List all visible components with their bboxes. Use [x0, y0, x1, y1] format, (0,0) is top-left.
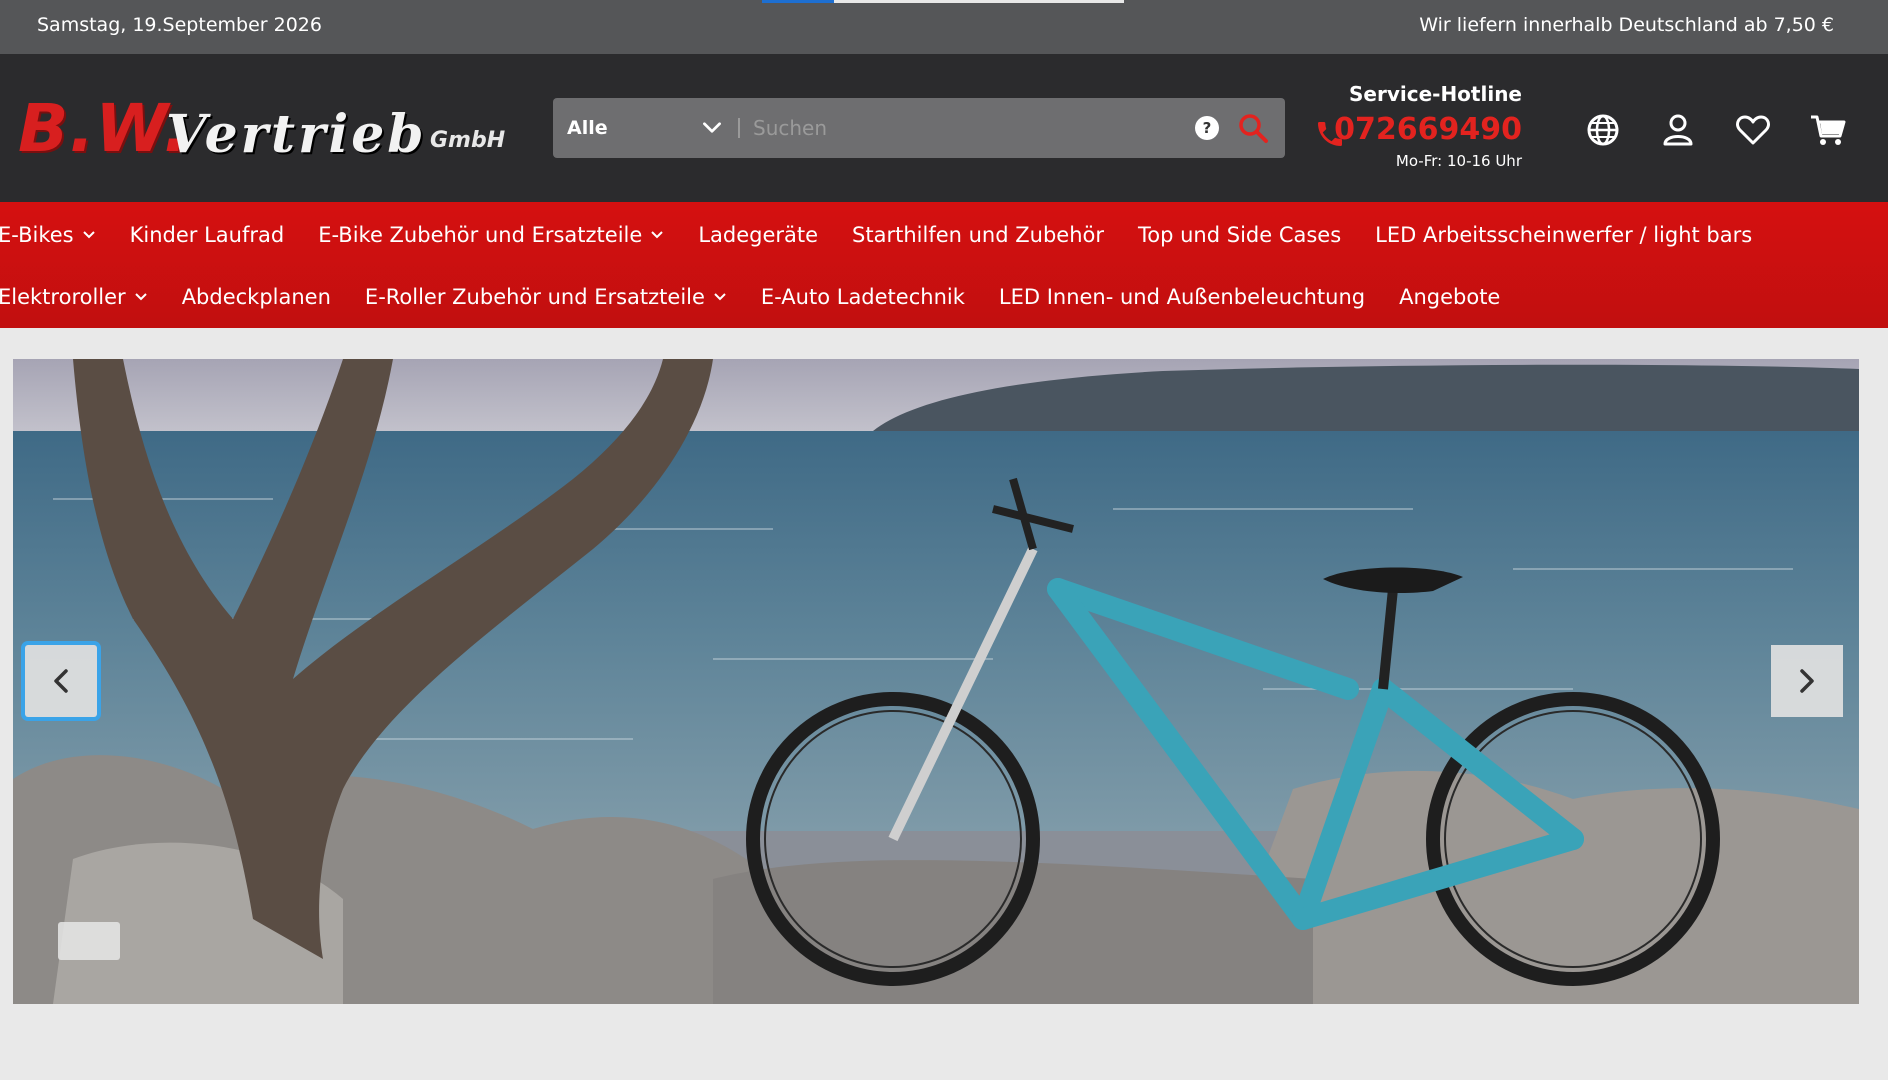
nav-item-label: Ladegeräte	[698, 223, 819, 247]
slider-dot-active[interactable]	[58, 922, 120, 960]
slider-prev-button[interactable]	[25, 645, 97, 717]
nav-item-label: LED Innen- und Außenbeleuchtung	[998, 285, 1366, 309]
nav-item-label: E-Auto Ladetechnik	[760, 285, 965, 309]
chevron-right-icon	[1800, 669, 1814, 693]
chevron-left-icon	[54, 669, 68, 693]
page-load-progress-fill	[762, 0, 835, 3]
nav-item-e-auto-ladetechnik[interactable]: E-Auto Ladetechnik	[761, 285, 965, 309]
nav-item-elektroroller[interactable]: Elektroroller	[0, 285, 148, 309]
chevron-down-icon	[134, 293, 147, 301]
hotline-label: Service-Hotline	[1349, 82, 1522, 106]
search-category-select[interactable]: Alle	[567, 98, 608, 158]
nav-item-led-innen-aussen[interactable]: LED Innen- und Außenbeleuchtung	[999, 285, 1365, 309]
nav-item-label: LED Arbeitsscheinwerfer / light bars	[1375, 223, 1753, 247]
nav-row-1: E-Bikes Kinder Laufrad E-Bike Zubehör un…	[0, 210, 1786, 260]
globe-icon[interactable]	[1583, 110, 1623, 150]
search-input[interactable]	[753, 108, 1233, 148]
chevron-down-icon	[714, 293, 726, 301]
service-hotline: Service-Hotline 072669490 Mo-Fr: 10-16 U…	[1310, 78, 1522, 178]
nav-item-e-bikes[interactable]: E-Bikes	[0, 223, 96, 247]
nav-item-label: Elektroroller	[0, 285, 126, 309]
nav-item-e-roller-zubehoer[interactable]: E-Roller Zubehör und Ersatzteile	[365, 285, 727, 309]
slider-next-button[interactable]	[1771, 645, 1843, 717]
main-navigation: E-Bikes Kinder Laufrad E-Bike Zubehör un…	[0, 202, 1888, 328]
hero-image-ebike	[13, 359, 1859, 1004]
chevron-down-icon	[82, 231, 95, 239]
heart-icon[interactable]	[1733, 110, 1773, 150]
nav-item-label: E-Bikes	[0, 223, 74, 247]
nav-item-ladegeraete[interactable]: Ladegeräte	[698, 223, 818, 247]
nav-item-led-arbeitsscheinwerfer[interactable]: LED Arbeitsscheinwerfer / light bars	[1375, 223, 1752, 247]
site-logo[interactable]: B.W. Vertrieb GmbH	[18, 90, 505, 170]
nav-item-label: Top und Side Cases	[1138, 223, 1342, 247]
nav-item-label: Starthilfen und Zubehör	[852, 223, 1104, 247]
hotline-number[interactable]: 072669490	[1334, 112, 1522, 147]
site-header: B.W. Vertrieb GmbH Alle ? Service-Hotlin…	[0, 54, 1888, 202]
nav-item-starthilfen[interactable]: Starthilfen und Zubehör	[852, 223, 1104, 247]
search-bar: Alle ?	[553, 98, 1285, 158]
nav-item-e-bike-zubehoer[interactable]: E-Bike Zubehör und Ersatzteile	[318, 223, 664, 247]
current-date: Samstag, 19.September 2026	[37, 14, 322, 36]
hotline-hours: Mo-Fr: 10-16 Uhr	[1395, 152, 1522, 170]
logo-vertrieb: Vertrieb	[166, 104, 427, 165]
nav-item-label: Abdeckplanen	[181, 285, 331, 309]
shipping-info: Wir liefern innerhalb Deutschland ab 7,5…	[1419, 14, 1834, 36]
top-info-bar: Samstag, 19.September 2026 Wir liefern i…	[0, 0, 1888, 54]
cart-icon[interactable]	[1808, 110, 1848, 150]
nav-item-top-side-cases[interactable]: Top und Side Cases	[1138, 223, 1341, 247]
user-icon[interactable]	[1658, 110, 1698, 150]
hero-slider	[13, 359, 1859, 1004]
chevron-down-icon[interactable]	[699, 114, 725, 140]
search-help-icon[interactable]: ?	[1195, 116, 1219, 140]
nav-item-label: E-Bike Zubehör und Ersatzteile	[318, 223, 643, 247]
nav-item-angebote[interactable]: Angebote	[1399, 285, 1500, 309]
nav-item-abdeckplanen[interactable]: Abdeckplanen	[182, 285, 331, 309]
logo-bw: B.W.	[18, 90, 190, 167]
search-icon[interactable]	[1237, 112, 1269, 144]
logo-gmbh: GmbH	[430, 128, 506, 153]
nav-item-label: Kinder Laufrad	[129, 223, 285, 247]
nav-row-2: Elektroroller Abdeckplanen E-Roller Zube…	[0, 272, 1534, 322]
chevron-down-icon	[651, 231, 664, 239]
nav-item-label: E-Roller Zubehör und Ersatzteile	[364, 285, 705, 309]
nav-item-kinder-laufrad[interactable]: Kinder Laufrad	[130, 223, 285, 247]
nav-item-label: Angebote	[1399, 285, 1501, 309]
page-load-progress	[762, 0, 1124, 3]
search-divider	[738, 118, 740, 138]
